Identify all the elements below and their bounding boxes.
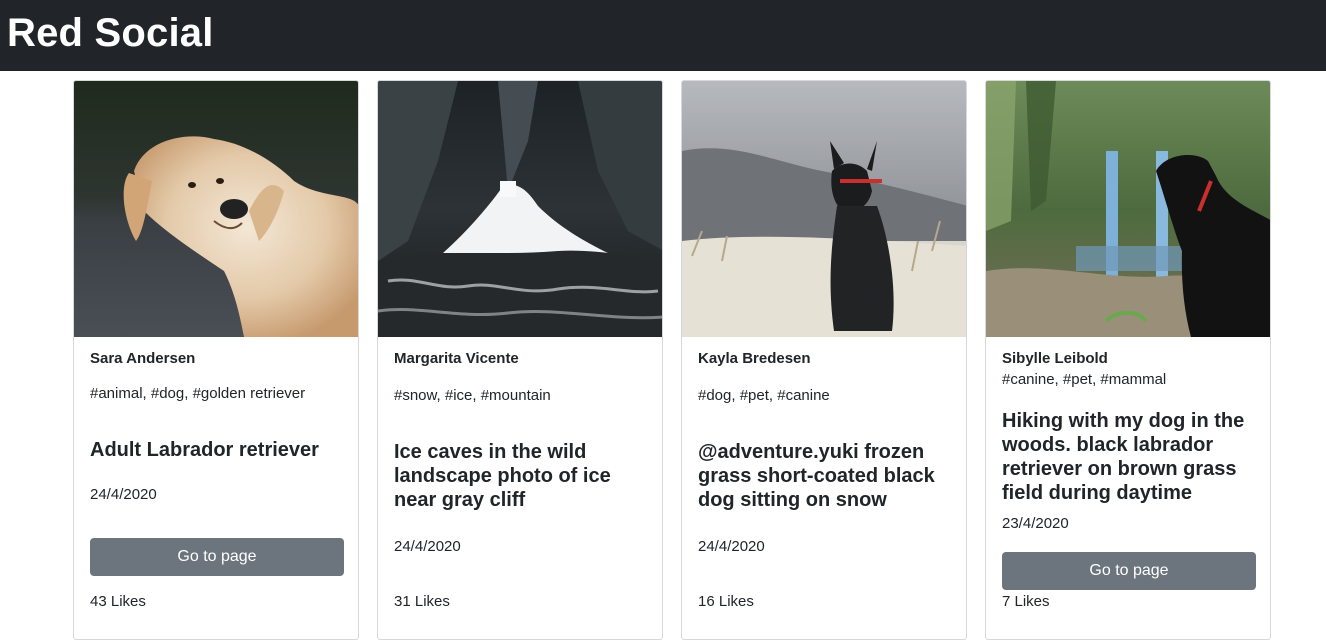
post-card: Sara Andersen #animal, #dog, #golden ret… [73,80,359,640]
post-image [74,81,358,337]
post-likes: 7 Likes [1002,593,1050,610]
post-likes: 16 Likes [698,593,754,610]
post-author[interactable]: Kayla Bredesen [698,350,811,367]
post-title: Adult Labrador retriever [90,439,319,461]
go-to-page-button[interactable]: Go to page [90,538,344,576]
post-author[interactable]: Margarita Vicente [394,350,519,367]
post-card: Kayla Bredesen #dog, #pet, #canine @adve… [681,80,967,640]
navbar-brand[interactable]: Red Social [7,10,214,56]
post-title: Ice caves in the wild landscape photo of… [394,441,611,511]
navbar: Red Social [0,0,1326,71]
post-likes: 31 Likes [394,593,450,610]
post-author[interactable]: Sara Andersen [90,350,195,367]
post-title: Hiking with my dog in the woods. black l… [1002,410,1245,504]
go-to-page-button[interactable]: Go to page [1002,552,1256,590]
post-tags: #dog, #pet, #canine [698,387,830,404]
post-image [986,81,1270,337]
post-date: 24/4/2020 [90,486,157,503]
post-date: 24/4/2020 [394,538,461,555]
post-date: 23/4/2020 [1002,515,1069,532]
post-tags: #animal, #dog, #golden retriever [90,385,306,402]
post-likes: 43 Likes [90,593,146,610]
post-title: @adventure.yuki frozen grass short-coate… [698,441,935,511]
post-card: Sibylle Leibold #canine, #pet, #mammal H… [985,80,1271,640]
post-tags: #canine, #pet, #mammal [1002,371,1167,388]
post-date: 24/4/2020 [698,538,765,555]
post-author[interactable]: Sibylle Leibold [1002,350,1108,367]
post-card: Margarita Vicente #snow, #ice, #mountain… [377,80,663,640]
post-tags: #snow, #ice, #mountain [394,387,551,404]
post-image [682,81,966,337]
post-image [378,81,662,337]
